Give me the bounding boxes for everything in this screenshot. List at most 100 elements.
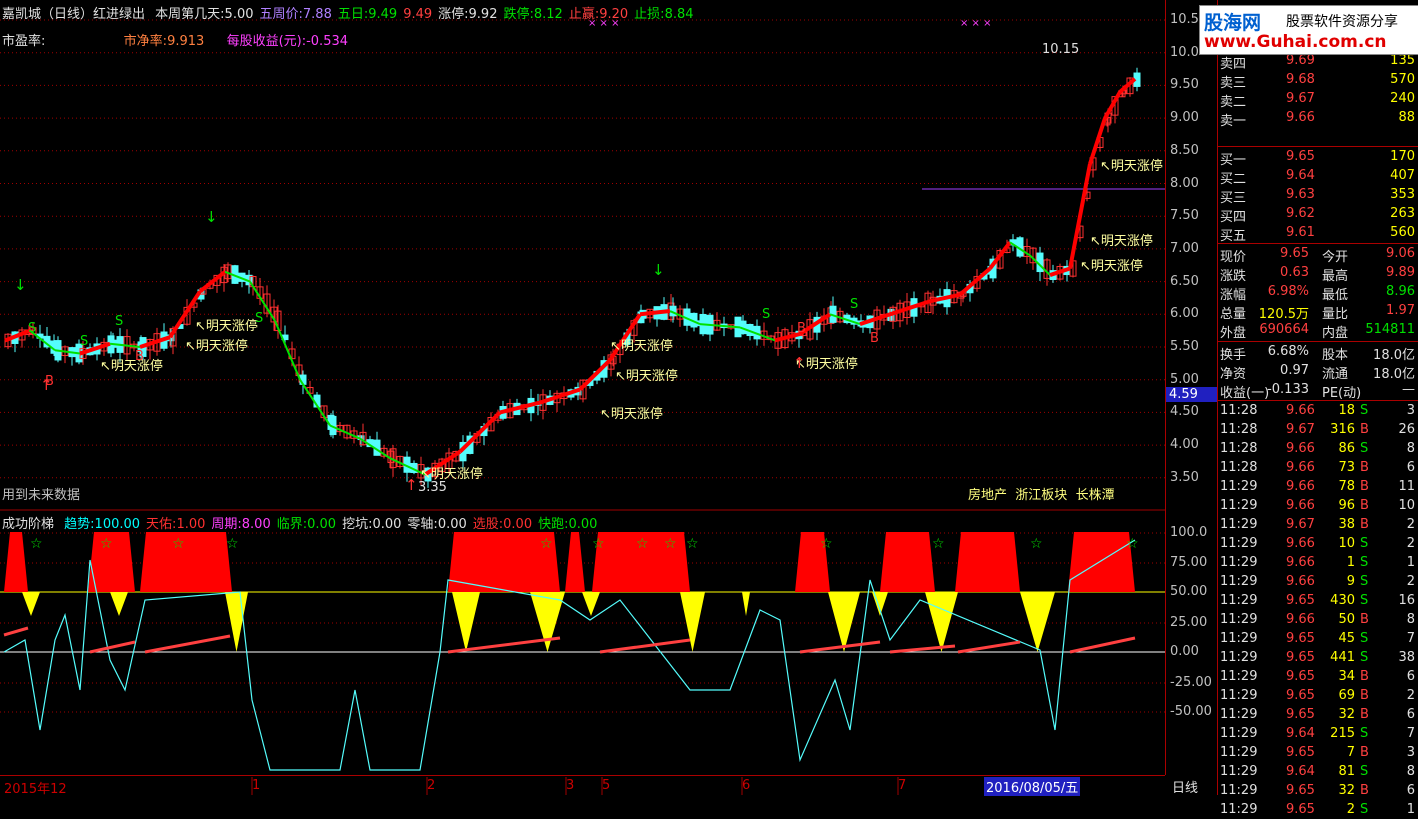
yellow-pit (925, 592, 958, 652)
sector-tag[interactable]: 长株潭 (1076, 488, 1115, 503)
buy-level[interactable]: 买三 9.63 353 (1218, 186, 1418, 206)
red-band (955, 532, 1020, 592)
tick-time: 11:29 (1220, 574, 1258, 589)
tick-side: B (1360, 669, 1369, 684)
up-arrow-icon: ↑ (793, 354, 806, 372)
quote-stat[interactable]: 涨跌 0.63 最高 9.89 (1218, 264, 1418, 284)
buy-level[interactable]: 买五 9.61 560 (1218, 224, 1418, 244)
star-icon: ☆ (592, 536, 605, 552)
price-tick: 8.50 (1170, 142, 1199, 158)
tick-row[interactable]: 11:29 9.64 81 S 8 (1218, 763, 1418, 781)
sell-mark: S (115, 314, 123, 329)
limit-up-signal: ↖明天涨停 (185, 338, 248, 354)
limit-up-signal: ↖明天涨停 (1100, 158, 1163, 174)
fin-value: -0.133 (1267, 382, 1309, 397)
logo-slogan: 股票软件资源分享 (1286, 14, 1398, 30)
finance-stat[interactable]: 收益(一) -0.133 PE(动) — (1218, 381, 1418, 401)
tick-time: 11:29 (1220, 517, 1258, 532)
ladder-step (889, 644, 956, 654)
finance-stat[interactable]: 换手 6.68% 股本 18.0亿 (1218, 343, 1418, 363)
order-volume: 240 (1390, 91, 1415, 106)
tick-price: 9.65 (1286, 707, 1315, 722)
tick-row[interactable]: 11:29 9.66 78 B 11 (1218, 478, 1418, 496)
future-data-note: 用到未来数据 (2, 488, 81, 503)
date-label: 7 (898, 778, 907, 793)
tick-row[interactable]: 11:29 9.66 9 S 2 (1218, 573, 1418, 591)
indicator-param: 临界:0.00 (276, 517, 337, 532)
tick-row[interactable]: 11:29 9.65 441 S 38 (1218, 649, 1418, 667)
period-tab[interactable]: 日线 (1172, 777, 1198, 796)
tick-side: S (1360, 650, 1369, 665)
tick-row[interactable]: 11:29 9.66 96 B 10 (1218, 497, 1418, 515)
tick-row[interactable]: 11:29 9.65 34 B 6 (1218, 668, 1418, 686)
tick-time: 11:29 (1220, 631, 1258, 646)
kline-chart[interactable]: ↖明天涨停 ↖明天涨停 ↖明天涨停 ↖明天涨停 ↖明天涨停 ↖明天涨停 ↖明天涨停 ↖明天涨停… (0, 0, 1165, 795)
price-tick: 4.00 (1170, 437, 1199, 453)
tick-volume: 78 (1338, 479, 1355, 494)
indicator-tick: -50.00 (1170, 704, 1212, 719)
tick-row[interactable]: 11:29 9.65 7 B 3 (1218, 744, 1418, 762)
tick-time: 11:28 (1220, 422, 1258, 437)
price-tick: 9.00 (1170, 110, 1199, 126)
tick-row[interactable]: 11:29 9.66 10 S 2 (1218, 535, 1418, 553)
tick-side: S (1360, 631, 1369, 646)
tick-row[interactable]: 11:28 9.66 73 B 6 (1218, 459, 1418, 477)
stock-title: 嘉凯城（日线）红进绿出 (2, 7, 146, 22)
tick-row[interactable]: 11:28 9.66 18 S 3 (1218, 402, 1418, 420)
tick-price: 9.66 (1286, 479, 1315, 494)
tick-row[interactable]: 11:29 9.65 32 B 6 (1218, 706, 1418, 724)
order-volume: 570 (1390, 72, 1415, 87)
eps-label: 每股收益(元): (226, 34, 307, 49)
quote-stat[interactable]: 外盘 690664 内盘 514811 (1218, 321, 1418, 341)
yellow-pit (110, 592, 128, 616)
quote-stat[interactable]: 现价 9.65 今开 9.06 (1218, 245, 1418, 265)
quote-stat[interactable]: 总量 120.5万 量比 1.97 (1218, 302, 1418, 322)
tick-price: 9.66 (1286, 536, 1315, 551)
tick-row[interactable]: 11:29 9.65 45 S 7 (1218, 630, 1418, 648)
tick-row[interactable]: 11:29 9.65 32 B 6 (1218, 782, 1418, 800)
pb-value: 9.913 (167, 34, 205, 49)
sell-level[interactable]: 卖二 9.67 240 (1218, 90, 1418, 110)
star-icon: ☆ (30, 536, 43, 552)
stat-value: 1.97 (1386, 303, 1415, 318)
quote-stat[interactable]: 涨幅 6.98% 最低 8.96 (1218, 283, 1418, 303)
buy-mark: B (135, 349, 144, 364)
tick-row[interactable]: 11:28 9.66 86 S 8 (1218, 440, 1418, 458)
finance-stat[interactable]: 净资 0.97 流通 18.0亿 (1218, 362, 1418, 382)
buy-level[interactable]: 买二 9.64 407 (1218, 167, 1418, 187)
indicator-param: 选股:0.00 (472, 517, 533, 532)
tick-row[interactable]: 11:29 9.64 215 S 7 (1218, 725, 1418, 743)
tick-row[interactable]: 11:29 9.65 430 S 16 (1218, 592, 1418, 610)
tick-row[interactable]: 11:29 9.66 50 B 8 (1218, 611, 1418, 629)
order-label: 买四 (1220, 210, 1247, 225)
tick-count: 7 (1406, 726, 1415, 741)
tick-row[interactable]: 11:29 9.66 1 S 1 (1218, 554, 1418, 572)
tick-row[interactable]: 11:29 9.65 2 S 1 (1218, 801, 1418, 819)
star-icon: ☆ (664, 536, 677, 552)
buy-level[interactable]: 买四 9.62 263 (1218, 205, 1418, 225)
stat-value: 9.06 (1386, 246, 1415, 261)
tick-row[interactable]: 11:28 9.67 316 B 26 (1218, 421, 1418, 439)
sell-level[interactable]: 卖三 9.68 570 (1218, 71, 1418, 91)
tick-side: B (1360, 498, 1369, 513)
tick-volume: 38 (1338, 517, 1355, 532)
order-price: 9.68 (1286, 72, 1315, 87)
sector-tag[interactable]: 房地产 (968, 488, 1007, 503)
tick-volume: 34 (1338, 669, 1355, 684)
tick-count: 6 (1406, 783, 1415, 798)
current-price-tag: 4.59 (1166, 387, 1219, 402)
stat-value: 0.63 (1280, 265, 1309, 280)
tick-volume: 18 (1338, 403, 1355, 418)
sector-tag[interactable]: 浙江板块 (1015, 488, 1067, 503)
tick-row[interactable]: 11:29 9.67 38 B 2 (1218, 516, 1418, 534)
indicator-name[interactable]: 成功阶梯 (2, 517, 54, 532)
tick-row[interactable]: 11:29 9.65 69 B 2 (1218, 687, 1418, 705)
tick-price: 9.66 (1286, 555, 1315, 570)
tick-time: 11:29 (1220, 650, 1258, 665)
buy-level[interactable]: 买一 9.65 170 (1218, 148, 1418, 168)
pb-label: 市净率: (123, 34, 168, 49)
star-icon: ☆ (226, 536, 239, 552)
sell-level[interactable]: 卖一 9.66 88 (1218, 109, 1418, 129)
tick-price: 9.66 (1286, 574, 1315, 589)
tick-volume: 69 (1338, 688, 1355, 703)
